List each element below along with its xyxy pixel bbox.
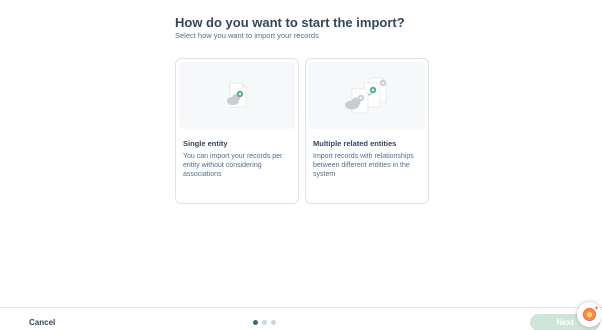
assistant-sparkle-icon[interactable]: ✦ [577,302,602,327]
multiple-entities-illustration [309,62,425,129]
step-dot-2 [262,320,267,325]
single-entity-illustration [179,62,295,129]
cancel-button[interactable]: Cancel [29,318,55,327]
wizard-footer: Cancel Next [0,307,602,330]
sparkle-icon: ✦ [594,306,600,312]
option-card-single-entity[interactable]: Single entity You can import your record… [175,58,299,204]
option-title: Multiple related entities [313,139,397,148]
step-indicator [253,320,276,325]
page-title: How do you want to start the import? [175,15,405,30]
page-subtitle: Select how you want to import your recor… [175,31,319,40]
step-dot-3 [271,320,276,325]
option-description: You can import your records per entity w… [183,153,283,178]
option-description: Import records with relationships betwee… [313,153,414,178]
single-file-icon [227,82,247,107]
multiple-files-icon [345,77,387,113]
option-card-multiple-entities[interactable]: Multiple related entities Import records… [305,58,429,204]
option-title: Single entity [183,139,228,148]
step-dot-1 [253,320,258,325]
